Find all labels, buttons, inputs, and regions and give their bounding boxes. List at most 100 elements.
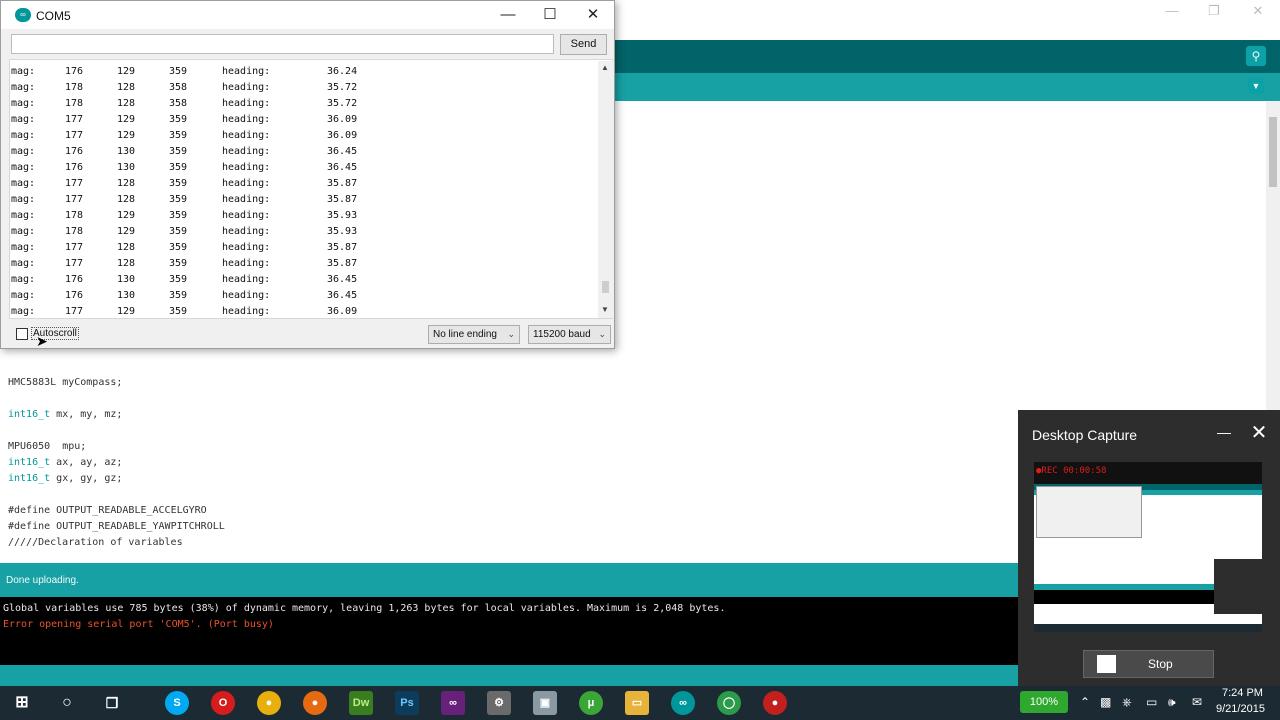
scroll-up-icon[interactable]: ▲ bbox=[601, 63, 609, 72]
serial-cell-heading: 35.72 bbox=[327, 98, 358, 109]
serial-cell-y: 129 bbox=[117, 226, 136, 237]
editor-scroll-thumb[interactable] bbox=[1269, 117, 1277, 187]
serial-cell-label: mag: bbox=[11, 130, 36, 141]
file-explorer-icon[interactable]: ▭ bbox=[625, 691, 649, 715]
capture-close-button[interactable]: ✕ bbox=[1248, 422, 1270, 444]
serial-cell-heading: 36.45 bbox=[327, 274, 358, 285]
serial-cell-label: mag: bbox=[11, 146, 36, 157]
serial-cell-x: 177 bbox=[65, 114, 84, 125]
tray-app-icon[interactable]: ▩ bbox=[1100, 695, 1111, 709]
serial-cell-y: 130 bbox=[117, 162, 136, 173]
serial-cell-heading-label: heading: bbox=[222, 82, 271, 93]
serial-cell-x: 176 bbox=[65, 274, 84, 285]
serial-cell-y: 128 bbox=[117, 194, 136, 205]
window-app-icon[interactable]: ▣ bbox=[533, 691, 557, 715]
tray-expand-icon[interactable]: ⌃ bbox=[1080, 695, 1090, 709]
serial-cell-x: 178 bbox=[65, 210, 84, 221]
serial-cell-y: 130 bbox=[117, 146, 136, 157]
network-icon[interactable]: ⎈ bbox=[1122, 695, 1132, 710]
serial-cell-label: mag: bbox=[11, 66, 36, 77]
serial-cell-x: 177 bbox=[65, 306, 84, 317]
serial-cell-y: 128 bbox=[117, 258, 136, 269]
ide-restore-button[interactable]: ❐ bbox=[1192, 0, 1236, 24]
serial-cell-heading: 36.09 bbox=[327, 306, 358, 317]
photoshop-icon[interactable]: Ps bbox=[395, 691, 419, 715]
skype-icon[interactable]: S bbox=[165, 691, 189, 715]
serial-cell-z: 358 bbox=[169, 98, 188, 109]
status-bar: Done uploading. bbox=[0, 563, 1018, 597]
cortana-search-icon[interactable]: ○ bbox=[55, 691, 79, 715]
arduino-icon[interactable]: ∞ bbox=[671, 691, 695, 715]
visual-studio-icon[interactable]: ∞ bbox=[441, 691, 465, 715]
globe-app-icon[interactable]: ◯ bbox=[717, 691, 741, 715]
status-message: Done uploading. bbox=[6, 575, 79, 586]
serial-cell-x: 176 bbox=[65, 146, 84, 157]
serial-cell-y: 130 bbox=[117, 290, 136, 301]
serial-minimize-button[interactable]: — bbox=[488, 3, 528, 27]
serial-close-button[interactable]: ✕ bbox=[573, 3, 613, 27]
preview-screen bbox=[1034, 484, 1262, 632]
code-line: #define OUTPUT_READABLE_YAWPITCHROLL bbox=[8, 521, 225, 532]
scroll-down-icon[interactable]: ▼ bbox=[601, 305, 609, 314]
mouse-cursor-icon: ➤ bbox=[36, 333, 48, 349]
preview-capture-panel bbox=[1214, 559, 1262, 614]
serial-output-area[interactable]: mag: 176 129 359 heading: 36.24 mag: 178 128 358 h… bbox=[9, 59, 613, 319]
serial-cell-label: mag: bbox=[11, 162, 36, 173]
opera-icon[interactable]: O bbox=[211, 691, 235, 715]
serial-monitor-titlebar: ∞ COM5 — ☐ ✕ bbox=[1, 1, 614, 29]
firefox-icon[interactable]: ● bbox=[303, 691, 327, 715]
send-input[interactable] bbox=[11, 34, 554, 54]
serial-cell-heading-label: heading: bbox=[222, 226, 271, 237]
serial-cell-x: 176 bbox=[65, 290, 84, 301]
serial-cell-heading-label: heading: bbox=[222, 66, 271, 77]
line-ending-select[interactable]: No line ending ⌄ bbox=[428, 325, 520, 344]
ide-close-button[interactable]: ✕ bbox=[1236, 0, 1280, 24]
serial-monitor-icon[interactable]: ⚲ bbox=[1246, 46, 1266, 66]
recording-timer: ●REC 00:00:58 bbox=[1036, 466, 1107, 476]
serial-output-scroll-thumb[interactable] bbox=[602, 281, 609, 293]
serial-cell-z: 359 bbox=[169, 210, 188, 221]
serial-cell-heading-label: heading: bbox=[222, 258, 271, 269]
serial-cell-x: 177 bbox=[65, 242, 84, 253]
serial-cell-x: 178 bbox=[65, 98, 84, 109]
dreamweaver-icon[interactable]: Dw bbox=[349, 691, 373, 715]
serial-cell-label: mag: bbox=[11, 290, 36, 301]
clock-time[interactable]: 7:24 PM bbox=[1222, 687, 1263, 699]
notifications-icon[interactable]: ✉ bbox=[1192, 695, 1202, 709]
stop-recording-button[interactable]: Stop bbox=[1083, 650, 1214, 678]
serial-cell-label: mag: bbox=[11, 194, 36, 205]
utorrent-icon[interactable]: μ bbox=[579, 691, 603, 715]
serial-monitor-window: ∞ COM5 — ☐ ✕ Send mag: 176 129 359 heading: 3… bbox=[0, 0, 615, 349]
serial-cell-heading: 36.45 bbox=[327, 146, 358, 157]
chrome-icon[interactable]: ● bbox=[257, 691, 281, 715]
serial-cell-heading: 36.24 bbox=[327, 66, 358, 77]
battery-tray-icon[interactable]: ▭ bbox=[1146, 695, 1157, 709]
serial-cell-z: 359 bbox=[169, 226, 188, 237]
serial-cell-y: 129 bbox=[117, 306, 136, 317]
tab-menu-chevron-icon[interactable]: ▼ bbox=[1248, 78, 1264, 94]
serial-cell-z: 359 bbox=[169, 114, 188, 125]
desktop-capture-panel: Desktop Capture — ✕ ●REC 00:00:58 Stop bbox=[1018, 410, 1280, 686]
chevron-down-icon: ⌄ bbox=[598, 329, 606, 339]
capture-minimize-button[interactable]: — bbox=[1214, 424, 1234, 444]
clock-date[interactable]: 9/21/2015 bbox=[1216, 703, 1265, 715]
capture-app-icon[interactable]: ● bbox=[763, 691, 787, 715]
serial-cell-z: 359 bbox=[169, 178, 188, 189]
baud-rate-select[interactable]: 115200 baud ⌄ bbox=[528, 325, 611, 344]
serial-output-scrollbar[interactable]: ▲ ▼ bbox=[598, 61, 613, 318]
serial-cell-y: 130 bbox=[117, 274, 136, 285]
autoscroll-checkbox[interactable] bbox=[16, 328, 28, 340]
serial-cell-heading-label: heading: bbox=[222, 210, 271, 221]
serial-cell-heading-label: heading: bbox=[222, 146, 271, 157]
battery-indicator[interactable]: 100% bbox=[1020, 691, 1068, 713]
ide-minimize-button[interactable]: — bbox=[1150, 0, 1194, 24]
task-view-icon[interactable]: ❐ bbox=[100, 691, 124, 715]
preview-taskbar bbox=[1034, 624, 1262, 632]
tool-app-icon[interactable]: ⚙ bbox=[487, 691, 511, 715]
serial-cell-z: 359 bbox=[169, 130, 188, 141]
serial-maximize-button[interactable]: ☐ bbox=[530, 3, 570, 27]
serial-cell-label: mag: bbox=[11, 242, 36, 253]
windows-start-icon[interactable]: ⊞ bbox=[10, 691, 34, 715]
send-button[interactable]: Send bbox=[560, 34, 607, 55]
volume-icon[interactable]: 🕪 bbox=[1168, 695, 1176, 710]
